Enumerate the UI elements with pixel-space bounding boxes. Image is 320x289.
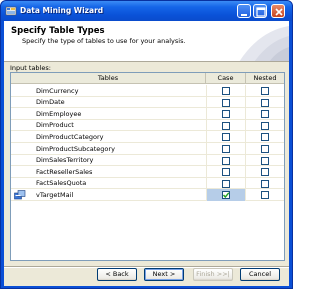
finish-button[interactable]: Finish >>|	[193, 268, 233, 281]
table-name: FactSalesQuota	[36, 179, 87, 188]
nested-checkbox[interactable]	[261, 145, 269, 153]
nested-checkbox[interactable]	[261, 133, 269, 142]
table-row[interactable]: DimProduct	[11, 119, 284, 132]
case-checkbox[interactable]	[222, 179, 230, 188]
case-cell	[206, 96, 246, 109]
wizard-window: Data Mining Wizard Specify Table Types S…	[0, 0, 293, 289]
nested-cell	[246, 120, 284, 132]
table-name: DimProduct	[36, 121, 74, 130]
case-checkbox[interactable]	[222, 110, 230, 119]
table-name: vTargetMail	[36, 190, 74, 199]
table-row[interactable]: DimProductCategory	[11, 131, 284, 143]
case-checkbox[interactable]	[222, 191, 230, 200]
table-row[interactable]: FactSalesQuota	[11, 177, 284, 190]
wizard-app-icon	[5, 6, 17, 16]
wizard-header: Specify Table Types Specify the type of …	[4, 21, 289, 62]
nested-cell	[246, 131, 284, 143]
case-cell	[206, 189, 246, 201]
table-name: FactResellerSales	[36, 167, 93, 176]
table-name: DimCurrency	[36, 86, 79, 95]
nested-checkbox[interactable]	[261, 87, 269, 95]
nested-cell	[246, 97, 284, 109]
case-cell	[206, 143, 246, 155]
next-button[interactable]: Next >	[144, 268, 184, 281]
page-subtitle: Specify the type of tables to use for yo…	[22, 37, 186, 45]
nested-checkbox[interactable]	[261, 168, 269, 177]
case-checkbox[interactable]	[222, 133, 230, 142]
title-bar[interactable]: Data Mining Wizard	[1, 1, 292, 21]
window-title: Data Mining Wizard	[20, 6, 104, 15]
minimize-button[interactable]	[237, 4, 251, 18]
column-header-nested[interactable]: Nested	[246, 73, 284, 84]
nested-checkbox[interactable]	[261, 98, 269, 107]
case-checkbox[interactable]	[222, 168, 230, 177]
column-header-tables[interactable]: Tables	[11, 73, 206, 84]
grid-header: Tables Case Nested	[11, 73, 284, 84]
case-checkbox[interactable]	[222, 145, 230, 153]
maximize-icon	[256, 7, 266, 17]
input-tables-label: Input tables:	[10, 64, 51, 72]
case-cell	[206, 177, 246, 190]
decorative-swoosh-graphic	[239, 26, 289, 61]
minimize-icon	[241, 14, 247, 16]
nested-cell	[246, 189, 284, 201]
nested-cell	[246, 155, 284, 167]
table-row[interactable]: vTargetMail	[11, 189, 284, 201]
nested-cell	[246, 85, 284, 97]
table-name: DimDate	[36, 98, 65, 107]
table-row[interactable]: DimSalesTerritory	[11, 154, 284, 167]
case-cell	[206, 108, 246, 120]
case-checkbox[interactable]	[222, 156, 230, 165]
case-checkbox[interactable]	[222, 98, 230, 107]
table-name: DimProductSubcategory	[36, 144, 115, 153]
table-row[interactable]: DimDate	[11, 96, 284, 109]
close-button[interactable]	[271, 4, 285, 18]
nested-checkbox[interactable]	[261, 121, 269, 130]
back-button[interactable]: < Back	[97, 268, 137, 281]
nested-cell	[246, 143, 284, 155]
column-header-case[interactable]: Case	[206, 73, 246, 84]
table-name: DimProductCategory	[36, 132, 104, 141]
table-row[interactable]: DimEmployee	[11, 108, 284, 120]
table-row[interactable]: DimCurrency	[11, 85, 284, 97]
nested-cell	[246, 178, 284, 190]
case-table-icon	[14, 190, 26, 200]
nested-cell	[246, 166, 284, 178]
case-checkbox[interactable]	[222, 121, 230, 130]
nested-checkbox[interactable]	[261, 179, 269, 188]
checkmark-icon	[222, 192, 230, 199]
nested-checkbox[interactable]	[261, 110, 269, 119]
maximize-button[interactable]	[253, 4, 267, 18]
table-name: DimEmployee	[36, 109, 82, 118]
table-row[interactable]: FactResellerSales	[11, 166, 284, 178]
nested-cell	[246, 108, 284, 120]
case-cell	[206, 119, 246, 132]
case-cell	[206, 166, 246, 178]
page-title: Specify Table Types	[11, 26, 105, 36]
table-row[interactable]: DimProductSubcategory	[11, 143, 284, 155]
nested-checkbox[interactable]	[261, 191, 269, 200]
case-cell	[206, 131, 246, 143]
case-checkbox[interactable]	[222, 87, 230, 95]
input-tables-grid: Tables Case Nested DimCurrency DimDate Dim…	[10, 72, 285, 261]
wizard-client-area: Specify Table Types Specify the type of …	[4, 21, 289, 286]
cancel-button[interactable]: Cancel	[240, 268, 280, 281]
close-icon	[275, 8, 283, 16]
case-cell	[206, 85, 246, 97]
nested-checkbox[interactable]	[261, 156, 269, 165]
case-cell	[206, 154, 246, 167]
table-name: DimSalesTerritory	[36, 156, 94, 165]
